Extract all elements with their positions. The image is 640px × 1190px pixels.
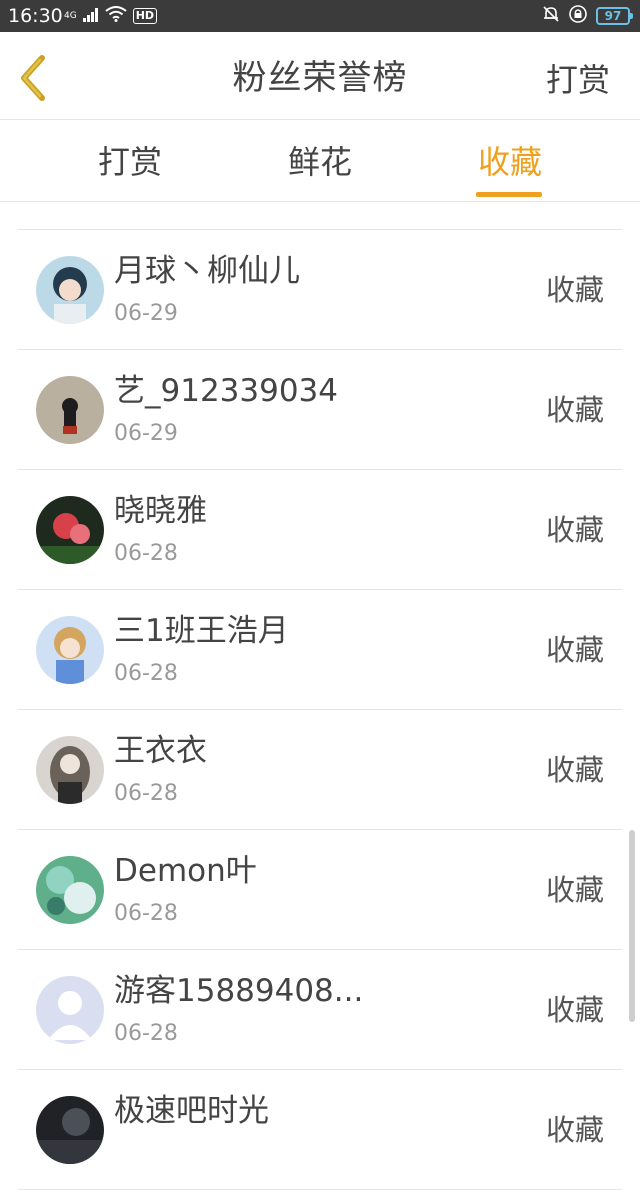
- action-label: 收藏: [545, 513, 604, 547]
- avatar: [36, 856, 104, 924]
- tab-reward[interactable]: 打赏: [70, 142, 190, 182]
- avatar: [36, 616, 104, 684]
- list-item[interactable]: Demon叶 06-28 收藏: [18, 830, 622, 950]
- avatar: [36, 376, 104, 444]
- page-title: 粉丝荣誉榜: [232, 58, 408, 98]
- action-label: 收藏: [545, 753, 604, 787]
- fan-date: 06-28: [114, 901, 178, 926]
- fan-name: 三1班王浩月: [114, 613, 289, 649]
- fan-name: 游客15889408...: [114, 973, 364, 1009]
- hd-badge: HD: [132, 8, 158, 24]
- action-label: 收藏: [545, 1113, 604, 1147]
- fan-date: 06-28: [114, 541, 178, 566]
- avatar: [36, 496, 104, 564]
- action-label: 收藏: [545, 393, 604, 427]
- avatar: [36, 256, 104, 324]
- app-header: 粉丝荣誉榜 打赏: [0, 32, 640, 120]
- mute-icon: [542, 5, 560, 27]
- list-item[interactable]: 艺_912339034 06-29 收藏: [18, 350, 622, 470]
- action-label: 收藏: [545, 873, 604, 907]
- fan-list: 月球丶柳仙儿 06-29 收藏 艺_912339034 06-29 收藏 晓晓雅: [18, 229, 622, 1190]
- avatar: [36, 1096, 104, 1164]
- tab-favorites[interactable]: 收藏: [450, 142, 570, 182]
- fan-date: 06-28: [114, 661, 178, 686]
- list-item[interactable]: 月球丶柳仙儿 06-29 收藏: [18, 230, 622, 350]
- list-item[interactable]: 极速吧时光 收藏: [18, 1070, 622, 1190]
- fan-date: 06-28: [114, 1021, 178, 1046]
- list-item[interactable]: 三1班王浩月 06-28 收藏: [18, 590, 622, 710]
- avatar: [36, 976, 104, 1044]
- fan-name: Demon叶: [114, 853, 257, 889]
- action-label: 收藏: [545, 273, 604, 307]
- fan-name: 晓晓雅: [114, 493, 207, 529]
- active-tab-indicator: [476, 192, 542, 197]
- fan-name: 月球丶柳仙儿: [114, 253, 300, 289]
- fan-name: 艺_912339034: [114, 373, 339, 409]
- battery-icon: 97: [596, 7, 633, 25]
- avatar: [36, 736, 104, 804]
- fan-date: 06-28: [114, 781, 178, 806]
- status-bar: 16:30 4G HD 97: [0, 0, 640, 32]
- fan-name: 王衣衣: [114, 733, 207, 769]
- list-item[interactable]: 王衣衣 06-28 收藏: [18, 710, 622, 830]
- list-item[interactable]: 晓晓雅 06-28 收藏: [18, 470, 622, 590]
- action-label: 收藏: [545, 633, 604, 667]
- tab-bar: 打赏 鲜花 收藏: [0, 120, 640, 202]
- wifi-icon: [105, 6, 127, 26]
- reward-button[interactable]: 打赏: [546, 60, 610, 100]
- tab-flowers[interactable]: 鲜花: [260, 142, 380, 182]
- signal-icon: [82, 7, 99, 26]
- rotation-lock-icon: [568, 4, 588, 28]
- status-time: 16:30: [8, 5, 63, 27]
- fan-name: 极速吧时光: [114, 1093, 269, 1129]
- network-type-label: 4G: [64, 10, 77, 21]
- list-item[interactable]: 游客15889408... 06-28 收藏: [18, 950, 622, 1070]
- fan-date: 06-29: [114, 301, 178, 326]
- scrollbar[interactable]: [629, 830, 635, 1022]
- fan-date: 06-29: [114, 421, 178, 446]
- action-label: 收藏: [545, 993, 604, 1027]
